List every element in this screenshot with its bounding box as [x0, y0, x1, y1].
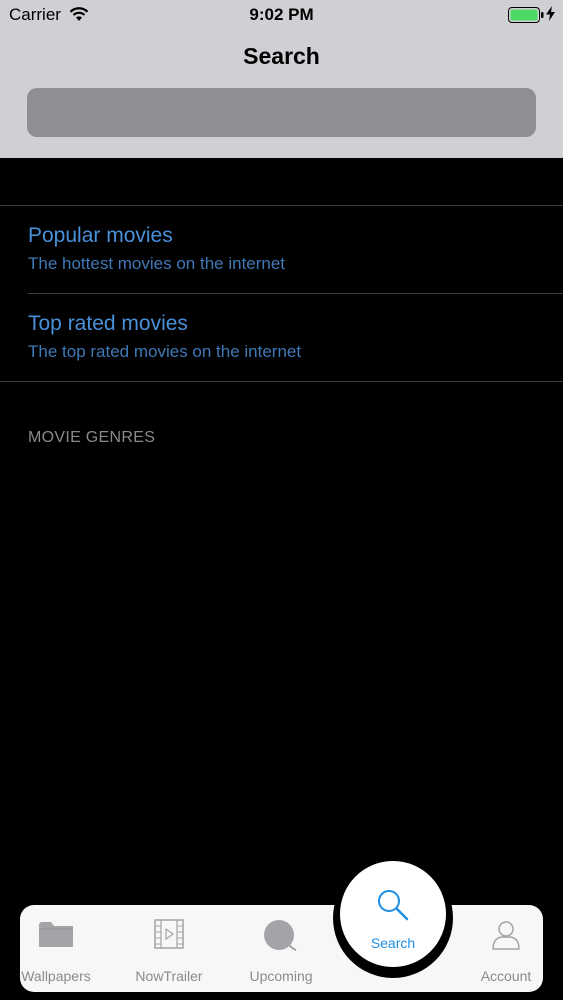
- battery-charging-icon: [508, 7, 544, 23]
- search-bar[interactable]: [27, 88, 536, 137]
- status-bar: Carrier 9:02 PM: [0, 0, 563, 30]
- section-header-genres: MOVIE GENRES: [28, 429, 156, 446]
- list-item-top-rated-movies[interactable]: Top rated movies The top rated movies on…: [0, 294, 563, 381]
- user-icon: [492, 921, 520, 950]
- page-title: Search: [243, 43, 320, 69]
- list-item-title: Popular movies: [28, 224, 173, 247]
- navigation-header: Carrier 9:02 PM Search: [0, 0, 563, 158]
- film-icon: [154, 919, 184, 949]
- tab-nowtrailer[interactable]: NowTrailer: [119, 905, 219, 992]
- tab-label: Account: [480, 968, 532, 984]
- list-item-subtitle: The top rated movies on the internet: [28, 342, 302, 361]
- search-input[interactable]: [43, 101, 536, 124]
- list-item-title: Top rated movies: [28, 312, 188, 335]
- charging-bolt-icon: [546, 6, 555, 21]
- tab-label: NowTrailer: [135, 968, 203, 984]
- tab-upcoming[interactable]: Upcoming: [231, 905, 331, 992]
- tab-search[interactable]: Search: [340, 861, 446, 967]
- upcoming-icon: [264, 920, 297, 951]
- status-time: 9:02 PM: [249, 5, 314, 24]
- tab-label: Wallpapers: [21, 968, 91, 984]
- list-item-subtitle: The hottest movies on the internet: [28, 254, 286, 273]
- folder-icon: [39, 922, 73, 947]
- list-item-popular-movies[interactable]: Popular movies The hottest movies on the…: [0, 206, 563, 293]
- tab-wallpapers[interactable]: Wallpapers: [6, 905, 106, 992]
- search-icon: [378, 890, 409, 921]
- tab-label: Search: [370, 935, 416, 951]
- tab-label: Upcoming: [249, 968, 313, 984]
- divider: [0, 381, 563, 382]
- tab-bar: Wallpapers NowTrailer Upcoming Account: [20, 905, 543, 992]
- tab-account[interactable]: Account: [456, 905, 556, 992]
